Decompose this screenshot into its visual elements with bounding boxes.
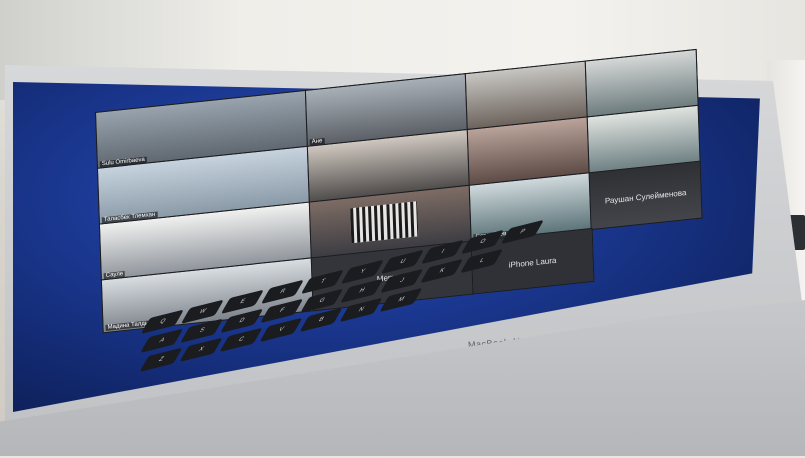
qr-code-image	[350, 201, 419, 244]
